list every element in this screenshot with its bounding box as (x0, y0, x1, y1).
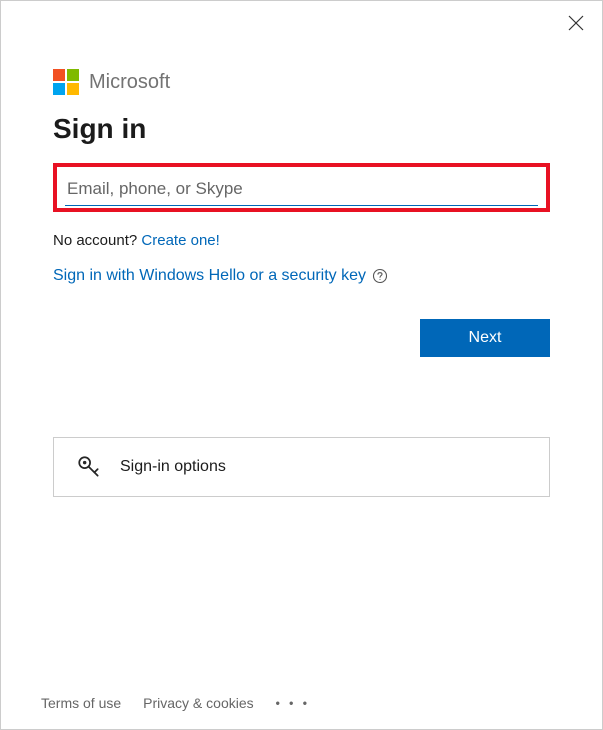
security-key-link[interactable]: Sign in with Windows Hello or a security… (53, 267, 366, 285)
no-account-text: No account? (53, 232, 137, 249)
no-account-row: No account? Create one! (53, 232, 550, 249)
identity-input[interactable] (65, 173, 538, 206)
help-icon[interactable] (372, 268, 388, 284)
create-account-link[interactable]: Create one! (141, 232, 219, 249)
key-icon (76, 454, 102, 480)
more-options-icon[interactable]: • • • (276, 696, 310, 710)
privacy-link[interactable]: Privacy & cookies (143, 695, 253, 711)
terms-link[interactable]: Terms of use (41, 695, 121, 711)
security-key-row: Sign in with Windows Hello or a security… (53, 267, 550, 285)
next-button[interactable]: Next (420, 319, 550, 357)
brand-header: Microsoft (53, 69, 550, 95)
signin-options-label: Sign-in options (120, 458, 226, 476)
close-icon[interactable] (568, 15, 584, 31)
footer: Terms of use Privacy & cookies • • • (41, 695, 310, 711)
signin-options-button[interactable]: Sign-in options (53, 437, 550, 497)
microsoft-logo-icon (53, 69, 79, 95)
input-highlight-box (53, 163, 550, 212)
brand-name: Microsoft (89, 71, 170, 94)
page-title: Sign in (53, 113, 550, 145)
